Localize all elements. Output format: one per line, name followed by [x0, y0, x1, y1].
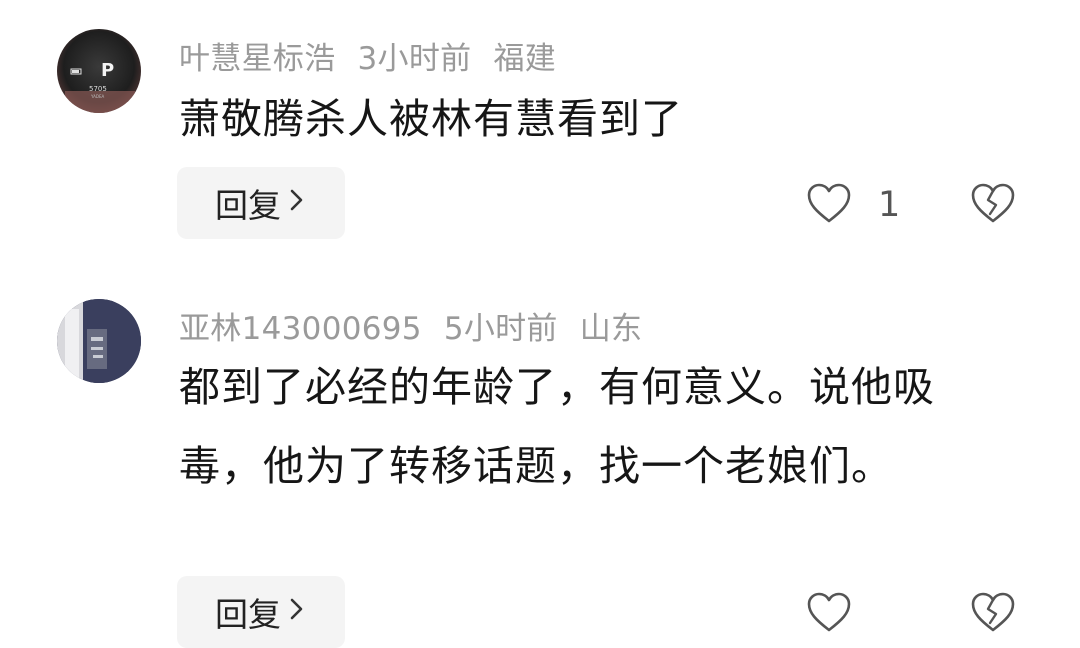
reply-label: 回复	[215, 186, 281, 225]
dislike-button[interactable]	[970, 182, 1016, 228]
broken-heart-icon[interactable]	[970, 183, 1016, 228]
comment-text: 都到了必经的年龄了，有何意义。说他吸毒，他为了转移话题，找一个老娘们。	[179, 363, 935, 490]
comment-item: 亚林143000695 5小时前 山东 都到了必经的年龄了，有何意义。说他吸毒，他为…	[0, 280, 1080, 648]
comment-text: 萧敬腾杀人被林有慧看到了	[179, 95, 683, 143]
location: 福建	[493, 41, 557, 77]
comment-item: P 5705 YADEA 叶慧星标浩 3小时前 福建 萧敬腾杀人被林有慧看到了 回复…	[0, 0, 1080, 280]
heart-outline-icon[interactable]	[806, 591, 852, 637]
dark-photo-avatar-image	[57, 299, 141, 383]
svg-text:P: P	[101, 60, 114, 81]
avatar[interactable]: P 5705 YADEA	[57, 29, 141, 113]
like-control[interactable]: 1	[806, 182, 900, 228]
like-count: 1	[878, 185, 901, 225]
broken-heart-icon[interactable]	[970, 592, 1016, 637]
like-control[interactable]	[806, 591, 878, 637]
username[interactable]: 亚林143000695	[179, 311, 422, 347]
heart-outline-icon[interactable]	[806, 182, 852, 228]
avatar[interactable]	[57, 299, 141, 383]
svg-text:YADEA: YADEA	[90, 94, 104, 99]
timestamp: 5小时前	[443, 311, 558, 347]
car-dashboard-avatar-image: P 5705 YADEA	[57, 29, 141, 113]
comment-meta: 亚林143000695 5小时前 山东	[179, 303, 664, 348]
svg-text:5705: 5705	[89, 85, 107, 93]
comment-meta: 叶慧星标浩 3小时前 福建	[179, 33, 578, 78]
timestamp: 3小时前	[357, 41, 472, 77]
username[interactable]: 叶慧星标浩	[179, 41, 336, 77]
chevron-right-icon	[287, 595, 307, 630]
chevron-right-icon	[287, 186, 307, 221]
reply-button[interactable]: 回复	[177, 576, 345, 648]
reply-label: 回复	[215, 595, 281, 634]
location: 山东	[579, 311, 643, 347]
reply-button[interactable]: 回复	[177, 167, 345, 239]
dislike-button[interactable]	[970, 591, 1016, 637]
